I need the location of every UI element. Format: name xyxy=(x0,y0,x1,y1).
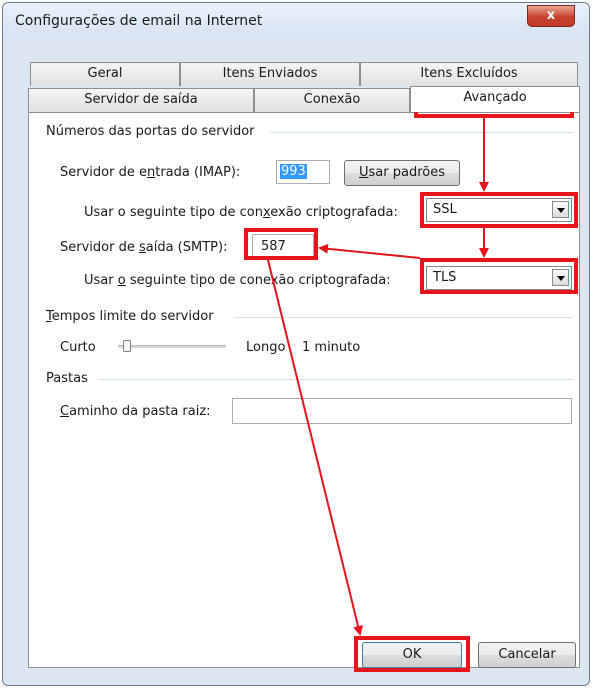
tab-itens-excluidos[interactable]: Itens Excluídos xyxy=(360,62,578,86)
ports-divider xyxy=(270,132,572,133)
title-bar[interactable]: Configurações de email na Internet x xyxy=(3,3,589,37)
root-path-label: Caminho da pasta raiz: xyxy=(60,404,211,419)
highlight-box-outgoing-encryption xyxy=(420,258,578,294)
use-defaults-button[interactable]: Usar padrões xyxy=(344,160,460,186)
highlight-box-outgoing-port xyxy=(244,228,318,260)
timeouts-section-title: Tempos limite do servidor xyxy=(46,309,214,324)
folders-section-title: Pastas xyxy=(46,371,88,386)
highlight-box-incoming-encryption xyxy=(420,192,578,228)
tab-geral[interactable]: Geral xyxy=(30,62,180,86)
outgoing-encryption-label: Usar o seguinte tipo de conexão criptogr… xyxy=(84,273,391,288)
incoming-port-field[interactable]: 993 xyxy=(276,160,330,184)
root-path-field[interactable] xyxy=(232,398,572,424)
incoming-port-label: Servidor de entrada (IMAP): xyxy=(60,165,241,180)
cancel-button[interactable]: Cancelar xyxy=(478,642,576,668)
timeout-short-label: Curto xyxy=(60,340,96,355)
timeout-slider-thumb[interactable] xyxy=(123,340,131,352)
timeout-slider-track[interactable] xyxy=(118,345,226,348)
timeout-value: 1 minuto xyxy=(302,340,361,355)
tab-servidor-de-saida[interactable]: Servidor de saída xyxy=(28,88,254,112)
tab-conexao[interactable]: Conexão xyxy=(254,88,410,112)
close-button[interactable]: x xyxy=(527,5,575,27)
window-title: Configurações de email na Internet xyxy=(15,13,263,29)
folders-divider xyxy=(98,379,572,380)
outgoing-port-label: Servidor de saída (SMTP): xyxy=(60,240,228,255)
incoming-port-value: 993 xyxy=(280,164,307,179)
tab-avancado[interactable]: Avançado xyxy=(410,86,580,112)
highlight-box-ok-button xyxy=(354,636,470,672)
ports-section-title: Números das portas do servidor xyxy=(46,124,255,139)
timeouts-divider xyxy=(234,317,572,318)
tab-itens-enviados[interactable]: Itens Enviados xyxy=(180,62,360,86)
timeout-long-label: Longo xyxy=(246,340,286,355)
incoming-encryption-label: Usar o seguinte tipo de conxexão criptog… xyxy=(84,205,398,220)
